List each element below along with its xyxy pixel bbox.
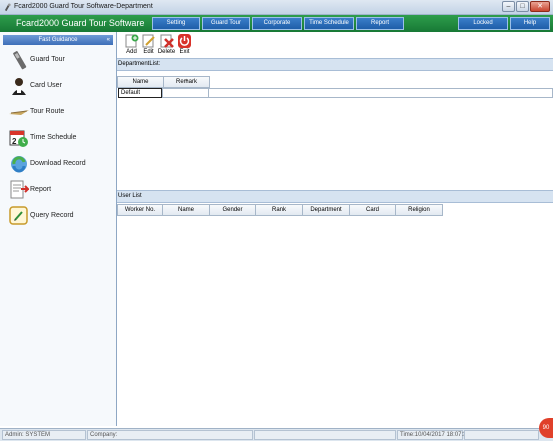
sidebar-item-guard-tour[interactable]: Guard Tour [0, 50, 116, 72]
status-company: Company: [87, 430, 253, 440]
minimize-button[interactable]: – [502, 1, 515, 12]
status-extra [464, 430, 539, 440]
tour-route-icon [9, 110, 29, 115]
user-grid-header: Worker No. Name Gender Rank Department C… [117, 204, 443, 216]
edit-icon [142, 34, 155, 48]
exit-label: Exit [179, 49, 190, 55]
status-bar: Admin: SYSTEM Company: Time:10/04/2017 1… [0, 428, 553, 441]
status-time: Time:10/04/2017 18:07:38 [397, 430, 470, 440]
department-row-filler [209, 88, 553, 98]
exit-button[interactable]: Exit [175, 34, 194, 56]
menu-time-schedule[interactable]: Time Schedule [304, 17, 354, 30]
column-header-rank[interactable]: Rank [256, 204, 303, 216]
sidebar-item-label: Query Record [30, 212, 74, 219]
time-schedule-icon: 2 [9, 130, 28, 147]
guard-tour-icon [13, 51, 27, 70]
department-row-name[interactable]: Default [118, 88, 162, 98]
status-admin: Admin: SYSTEM [2, 430, 86, 440]
menu-guard-tour[interactable]: Guard Tour [202, 17, 250, 30]
column-header-remark[interactable]: ▲ Remark [164, 76, 210, 88]
column-header-religion[interactable]: Religion [396, 204, 443, 216]
sidebar-header-label: Fast Guidance [38, 37, 78, 43]
sidebar-header: Fast Guidance « [3, 35, 113, 45]
sidebar-item-label: Download Record [30, 160, 86, 167]
app-icon [4, 3, 11, 12]
toolbar: Add Edit Delete Exit [117, 32, 553, 58]
svg-text:2: 2 [12, 137, 17, 146]
column-header-name[interactable]: Name [163, 204, 210, 216]
window-title: Fcard2000 Guard Tour Software-Department [14, 3, 153, 10]
status-blank [254, 430, 396, 440]
sidebar-item-label: Card User [30, 82, 62, 89]
delete-icon [160, 34, 174, 48]
column-header-worker-no[interactable]: Worker No. [117, 204, 163, 216]
download-record-icon [11, 156, 27, 173]
query-record-icon [9, 206, 28, 225]
report-icon [10, 180, 29, 199]
department-list-title: DepartmentList: [117, 58, 553, 71]
menu-corporate[interactable]: Corporate [252, 17, 302, 30]
department-grid-header: Name ▲ Remark [117, 76, 210, 88]
sidebar-item-label: Time Schedule [30, 134, 77, 141]
power-icon [178, 34, 191, 48]
card-user-icon [12, 78, 26, 95]
department-row-remark[interactable] [162, 88, 209, 98]
add-icon [125, 34, 139, 48]
sidebar-item-time-schedule[interactable]: 2 Time Schedule [0, 128, 116, 150]
sidebar-item-label: Guard Tour [30, 56, 65, 63]
column-header-card[interactable]: Card [350, 204, 396, 216]
notification-badge[interactable]: 90 [539, 418, 553, 438]
window-title-bar: Fcard2000 Guard Tour Software-Department… [0, 0, 553, 15]
user-list-title: User List [117, 190, 553, 203]
menu-setting[interactable]: Setting [152, 17, 200, 30]
fast-guidance-sidebar: Fast Guidance « Guard Tour Card User Tou… [0, 32, 117, 426]
app-brand: Fcard2000 Guard Tour Software [16, 18, 145, 28]
menu-report[interactable]: Report [356, 17, 404, 30]
sidebar-item-query-record[interactable]: Query Record [0, 206, 116, 228]
close-button[interactable]: ✕ [530, 1, 550, 12]
column-header-department[interactable]: Department [303, 204, 350, 216]
user-grid [117, 217, 553, 427]
menu-help[interactable]: Help [510, 17, 550, 30]
sidebar-item-card-user[interactable]: Card User [0, 76, 116, 98]
collapse-icon[interactable]: « [107, 35, 110, 45]
column-header-name[interactable]: Name [117, 76, 164, 88]
sidebar-item-label: Report [30, 186, 52, 193]
maximize-button[interactable]: □ [516, 1, 529, 12]
column-header-gender[interactable]: Gender [210, 204, 256, 216]
sidebar-item-download-record[interactable]: Download Record [0, 154, 116, 176]
sidebar-item-label: Tour Route [30, 108, 65, 115]
sidebar-item-report[interactable]: Report [0, 180, 116, 202]
menu-locked[interactable]: Locked [458, 17, 508, 30]
sidebar-item-tour-route[interactable]: Tour Route [0, 102, 116, 124]
sort-asc-icon: ▲ [184, 77, 189, 82]
menu-bar: Fcard2000 Guard Tour Software Setting Gu… [0, 15, 553, 32]
